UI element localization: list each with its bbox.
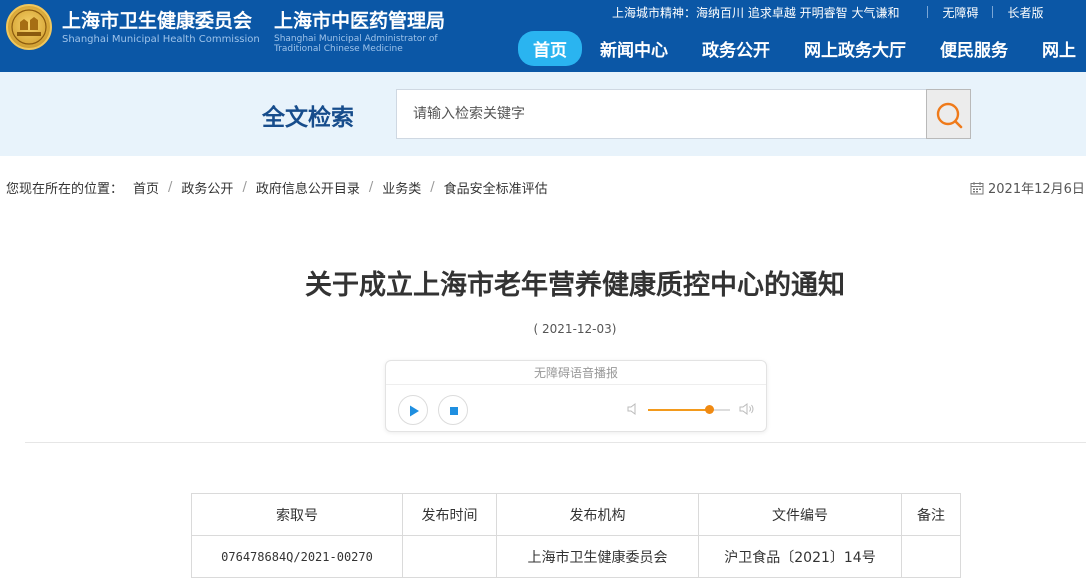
publish-date: 2021年12月6日	[970, 178, 1085, 197]
volume-down-icon[interactable]	[626, 402, 640, 416]
top-links: 上海城市精神：海纳百川 追求卓越 开明睿智 大气谦和 无障碍 长者版	[612, 3, 1043, 21]
nav-item-services[interactable]: 便民服务	[924, 31, 1024, 66]
table-header-index-no: 索取号	[191, 493, 403, 536]
table-header-remarks: 备注	[901, 493, 961, 536]
table-cell-doc-number: 沪卫食品〔2021〕14号	[698, 535, 902, 578]
tcm-org-name-en: Shanghai Municipal Administrator of Trad…	[274, 34, 438, 54]
breadcrumb-separator: /	[430, 180, 435, 195]
search-title: 全文检索	[262, 105, 354, 131]
breadcrumb-item-catalog[interactable]: 政府信息公开目录	[256, 178, 360, 197]
divider	[927, 6, 929, 18]
nav-item-home[interactable]: 首页	[518, 31, 582, 66]
breadcrumb: 您现在所在的位置： 首页 / 政务公开 / 政府信息公开目录 / 业务类 / 食…	[6, 178, 548, 197]
emblem-logo-icon[interactable]	[6, 4, 52, 50]
table-row: 076478684Q/2021-00270 上海市卫生健康委员会 沪卫食品〔20…	[191, 535, 961, 578]
volume-slider-handle[interactable]	[704, 405, 714, 414]
document-title: 关于成立上海市老年营养健康质控中心的通知	[305, 270, 845, 301]
breadcrumb-item-business[interactable]: 业务类	[382, 178, 421, 197]
org-name-cn[interactable]: 上海市卫生健康委员会	[62, 6, 252, 33]
breadcrumb-separator: /	[242, 180, 247, 195]
volume-up-icon[interactable]	[739, 402, 755, 416]
play-button[interactable]	[398, 395, 428, 425]
accessibility-link[interactable]: 无障碍	[942, 4, 978, 21]
breadcrumb-separator: /	[368, 180, 374, 195]
volume-slider[interactable]	[648, 405, 730, 414]
table-header-publish-time: 发布时间	[402, 493, 497, 536]
breadcrumb-item-home[interactable]: 首页	[133, 178, 159, 197]
table-cell-publisher: 上海市卫生健康委员会	[496, 535, 699, 578]
tcm-org-name-cn[interactable]: 上海市中医药管理局	[274, 6, 445, 33]
table-header-row: 索取号 发布时间 发布机构 文件编号 备注	[191, 493, 961, 536]
document-date: ( 2021-12-03)	[533, 322, 617, 336]
org-name-en: Shanghai Municipal Health Commission	[62, 34, 260, 45]
table-header-publisher: 发布机构	[496, 493, 699, 536]
breadcrumb-label: 您现在所在的位置：	[6, 182, 124, 197]
search-input[interactable]	[396, 89, 927, 139]
divider	[992, 6, 994, 18]
city-spirit-text: 上海城市精神：海纳百川 追求卓越 开明睿智 大气谦和	[612, 5, 900, 20]
search-button[interactable]	[926, 89, 971, 139]
nav-item-gov-affairs[interactable]: 政务公开	[686, 31, 786, 66]
breadcrumb-separator: /	[168, 180, 173, 195]
table-cell-publish-time	[402, 535, 497, 578]
volume-slider-fill	[648, 409, 709, 411]
table-header-doc-number: 文件编号	[698, 493, 902, 536]
stop-icon	[450, 407, 458, 415]
document-info-table: 索取号 发布时间 发布机构 文件编号 备注 076478684Q/2021-00…	[191, 493, 961, 578]
nav-item-more[interactable]: 网上	[1026, 31, 1086, 66]
site-header: 上海市卫生健康委员会 Shanghai Municipal Health Com…	[0, 0, 1086, 72]
main-nav: 首页 新闻中心 政务公开 网上政务大厅 便民服务 网上	[518, 31, 1086, 66]
voice-broadcast-player: 无障碍语音播报	[385, 360, 767, 432]
stop-button[interactable]	[438, 395, 468, 425]
search-band: 全文检索	[0, 72, 1086, 156]
table-cell-index-no: 076478684Q/2021-00270	[191, 535, 403, 578]
nav-item-online-hall[interactable]: 网上政务大厅	[788, 31, 922, 66]
breadcrumb-item-food-safety[interactable]: 食品安全标准评估	[444, 178, 548, 197]
breadcrumb-item-gov-affairs[interactable]: 政务公开	[181, 178, 233, 197]
table-cell-remarks	[901, 535, 961, 578]
content-divider	[25, 442, 1086, 443]
calendar-icon	[970, 181, 984, 194]
play-icon	[410, 405, 419, 417]
search-icon	[936, 102, 963, 129]
voice-broadcast-header: 无障碍语音播报	[386, 361, 766, 385]
publish-date-text: 2021年12月6日	[988, 182, 1085, 197]
elder-mode-link[interactable]: 长者版	[1007, 4, 1043, 21]
nav-item-news[interactable]: 新闻中心	[584, 31, 684, 66]
